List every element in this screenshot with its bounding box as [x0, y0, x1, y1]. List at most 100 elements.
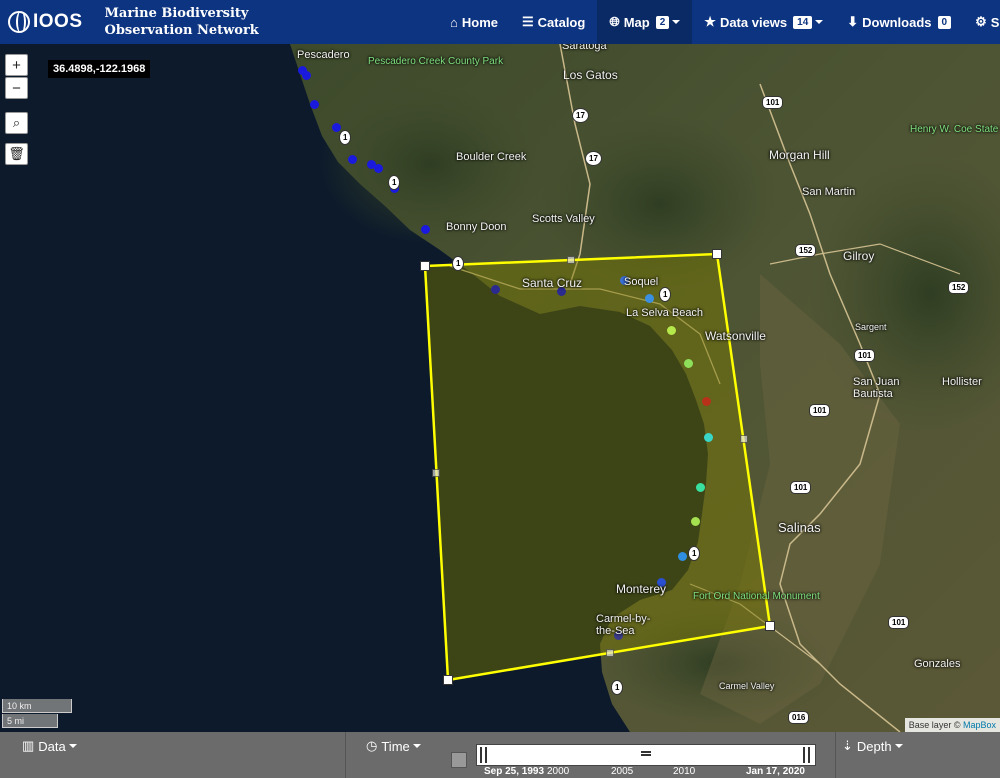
divider	[345, 732, 346, 778]
globe-icon: 🌐︎	[609, 14, 620, 29]
time-tick-label: 2005	[611, 766, 634, 777]
polygon-vertex-handle[interactable]	[712, 249, 722, 259]
station-marker[interactable]	[421, 225, 430, 234]
time-end-label: Jan 17, 2020	[746, 766, 805, 777]
station-marker[interactable]	[491, 285, 500, 294]
nav-menu: ⌂ Home ☰ Catalog 🌐︎ Map 2 ★ Data views 1…	[438, 0, 1000, 44]
route-101-shield: 101	[854, 349, 876, 362]
time-end-handle[interactable]	[803, 747, 810, 763]
clock-icon: ◷	[366, 738, 378, 753]
polygon-vertex-handle[interactable]	[765, 621, 775, 631]
nav-map[interactable]: 🌐︎ Map 2	[597, 0, 693, 44]
map-count-badge: 2	[655, 15, 670, 29]
nav-home-label: Home	[461, 14, 498, 30]
time-filter-dropdown[interactable]: ◷ Time	[366, 738, 421, 754]
station-marker[interactable]	[696, 483, 705, 492]
place-label: Gonzales	[914, 658, 961, 670]
place-label: Carmel Valley	[719, 681, 775, 691]
app-root: IOOS Marine Biodiversity Observation Net…	[0, 0, 1000, 778]
route-17-shield: 17	[572, 108, 589, 123]
route-016-shield: 016	[788, 711, 810, 724]
data-views-count-badge: 14	[793, 15, 813, 29]
chevron-down-icon	[68, 744, 77, 748]
home-icon: ⌂	[450, 14, 458, 30]
chevron-down-icon	[894, 744, 903, 748]
map-canvas[interactable]: Pescadero Pescadero Creek County Park Sa…	[0, 44, 1000, 732]
magnifier-icon: ⌕	[12, 115, 21, 130]
nav-data-views-label: Data views	[719, 14, 788, 30]
coordinate-readout: 36.4898,-122.1968	[48, 60, 151, 78]
route-152-shield: 152	[948, 281, 970, 294]
minus-icon: −	[12, 79, 21, 97]
polygon-midpoint-handle[interactable]	[432, 469, 440, 477]
mapbox-link[interactable]: MapBox	[963, 720, 996, 730]
station-marker[interactable]	[678, 552, 687, 561]
downloads-count-badge: 0	[937, 15, 952, 29]
list-icon: ☰	[521, 14, 534, 29]
station-marker[interactable]	[348, 155, 357, 164]
place-label: San Juan Bautista	[853, 376, 900, 400]
place-label: Carmel-by-the-Sea	[596, 613, 651, 637]
divider	[835, 732, 836, 778]
station-marker[interactable]	[645, 294, 654, 303]
time-range-grip[interactable]	[641, 751, 651, 756]
data-filter-dropdown[interactable]: ▥ Data	[22, 738, 77, 754]
station-marker[interactable]	[691, 517, 700, 526]
place-label: Salinas	[778, 520, 821, 535]
calendar-icon[interactable]	[451, 752, 467, 768]
zoom-out-button[interactable]: −	[5, 77, 28, 99]
attribution-text: Base layer ©	[908, 720, 961, 730]
top-navbar: IOOS Marine Biodiversity Observation Net…	[0, 0, 1000, 44]
station-marker[interactable]	[684, 359, 693, 368]
place-label: San Martin	[802, 186, 856, 198]
nav-data-views[interactable]: ★ Data views 14	[692, 0, 835, 44]
site-title: Marine Biodiversity Observation Network	[105, 5, 259, 39]
station-marker[interactable]	[310, 100, 319, 109]
brand[interactable]: IOOS Marine Biodiversity Observation Net…	[0, 0, 259, 44]
chevron-down-icon	[412, 744, 421, 748]
park-label: Henry W. Coe State Park	[910, 124, 1000, 135]
nav-home[interactable]: ⌂ Home	[438, 0, 510, 44]
nav-settings-label: S	[990, 14, 1000, 30]
station-marker[interactable]	[702, 397, 711, 406]
place-label: Pescadero	[297, 49, 350, 61]
park-label: Pescadero Creek County Park	[368, 56, 504, 67]
star-icon: ★	[704, 14, 716, 29]
chevron-down-icon	[815, 20, 824, 24]
time-range-slider[interactable]	[476, 744, 816, 766]
polygon-midpoint-handle[interactable]	[567, 256, 575, 264]
delete-selection-button[interactable]: 🗑︎	[5, 143, 28, 165]
time-tick-label: 2010	[673, 766, 696, 777]
route-101-shield: 101	[762, 96, 784, 109]
place-label: Watsonville	[705, 329, 766, 343]
polygon-vertex-handle[interactable]	[443, 675, 453, 685]
polygon-midpoint-handle[interactable]	[606, 649, 614, 657]
depth-sort-icon: ⇣	[842, 738, 853, 753]
scale-bar-mi: 5 mi	[2, 714, 58, 728]
ioos-logo[interactable]: IOOS	[8, 11, 83, 33]
nav-downloads-label: Downloads	[862, 14, 932, 30]
zoom-in-button[interactable]: +	[5, 54, 28, 76]
plus-icon: +	[12, 56, 21, 74]
station-marker[interactable]	[667, 326, 676, 335]
place-label: Hollister	[942, 376, 982, 388]
park-label: Fort Ord National Monument	[693, 591, 820, 602]
polygon-midpoint-handle[interactable]	[740, 435, 748, 443]
route-17-shield: 17	[585, 151, 602, 166]
station-marker[interactable]	[332, 123, 341, 132]
place-label: Morgan Hill	[769, 148, 830, 162]
place-label: Saratoga	[562, 44, 607, 52]
station-marker[interactable]	[374, 164, 383, 173]
place-label: Santa Cruz	[522, 276, 583, 290]
time-start-handle[interactable]	[480, 747, 487, 763]
nav-settings[interactable]: ⚙ S	[963, 0, 1000, 44]
time-start-label: Sep 25, 1993	[484, 766, 545, 777]
station-marker[interactable]	[704, 433, 713, 442]
depth-filter-dropdown[interactable]: ⇣ Depth	[842, 738, 903, 754]
place-label: Boulder Creek	[456, 151, 527, 163]
station-marker[interactable]	[302, 71, 311, 80]
polygon-vertex-handle[interactable]	[420, 261, 430, 271]
nav-downloads[interactable]: ⬇ Downloads 0	[835, 0, 963, 44]
nav-catalog[interactable]: ☰ Catalog	[510, 0, 597, 44]
zoom-to-selection-button[interactable]: ⌕	[5, 112, 28, 134]
